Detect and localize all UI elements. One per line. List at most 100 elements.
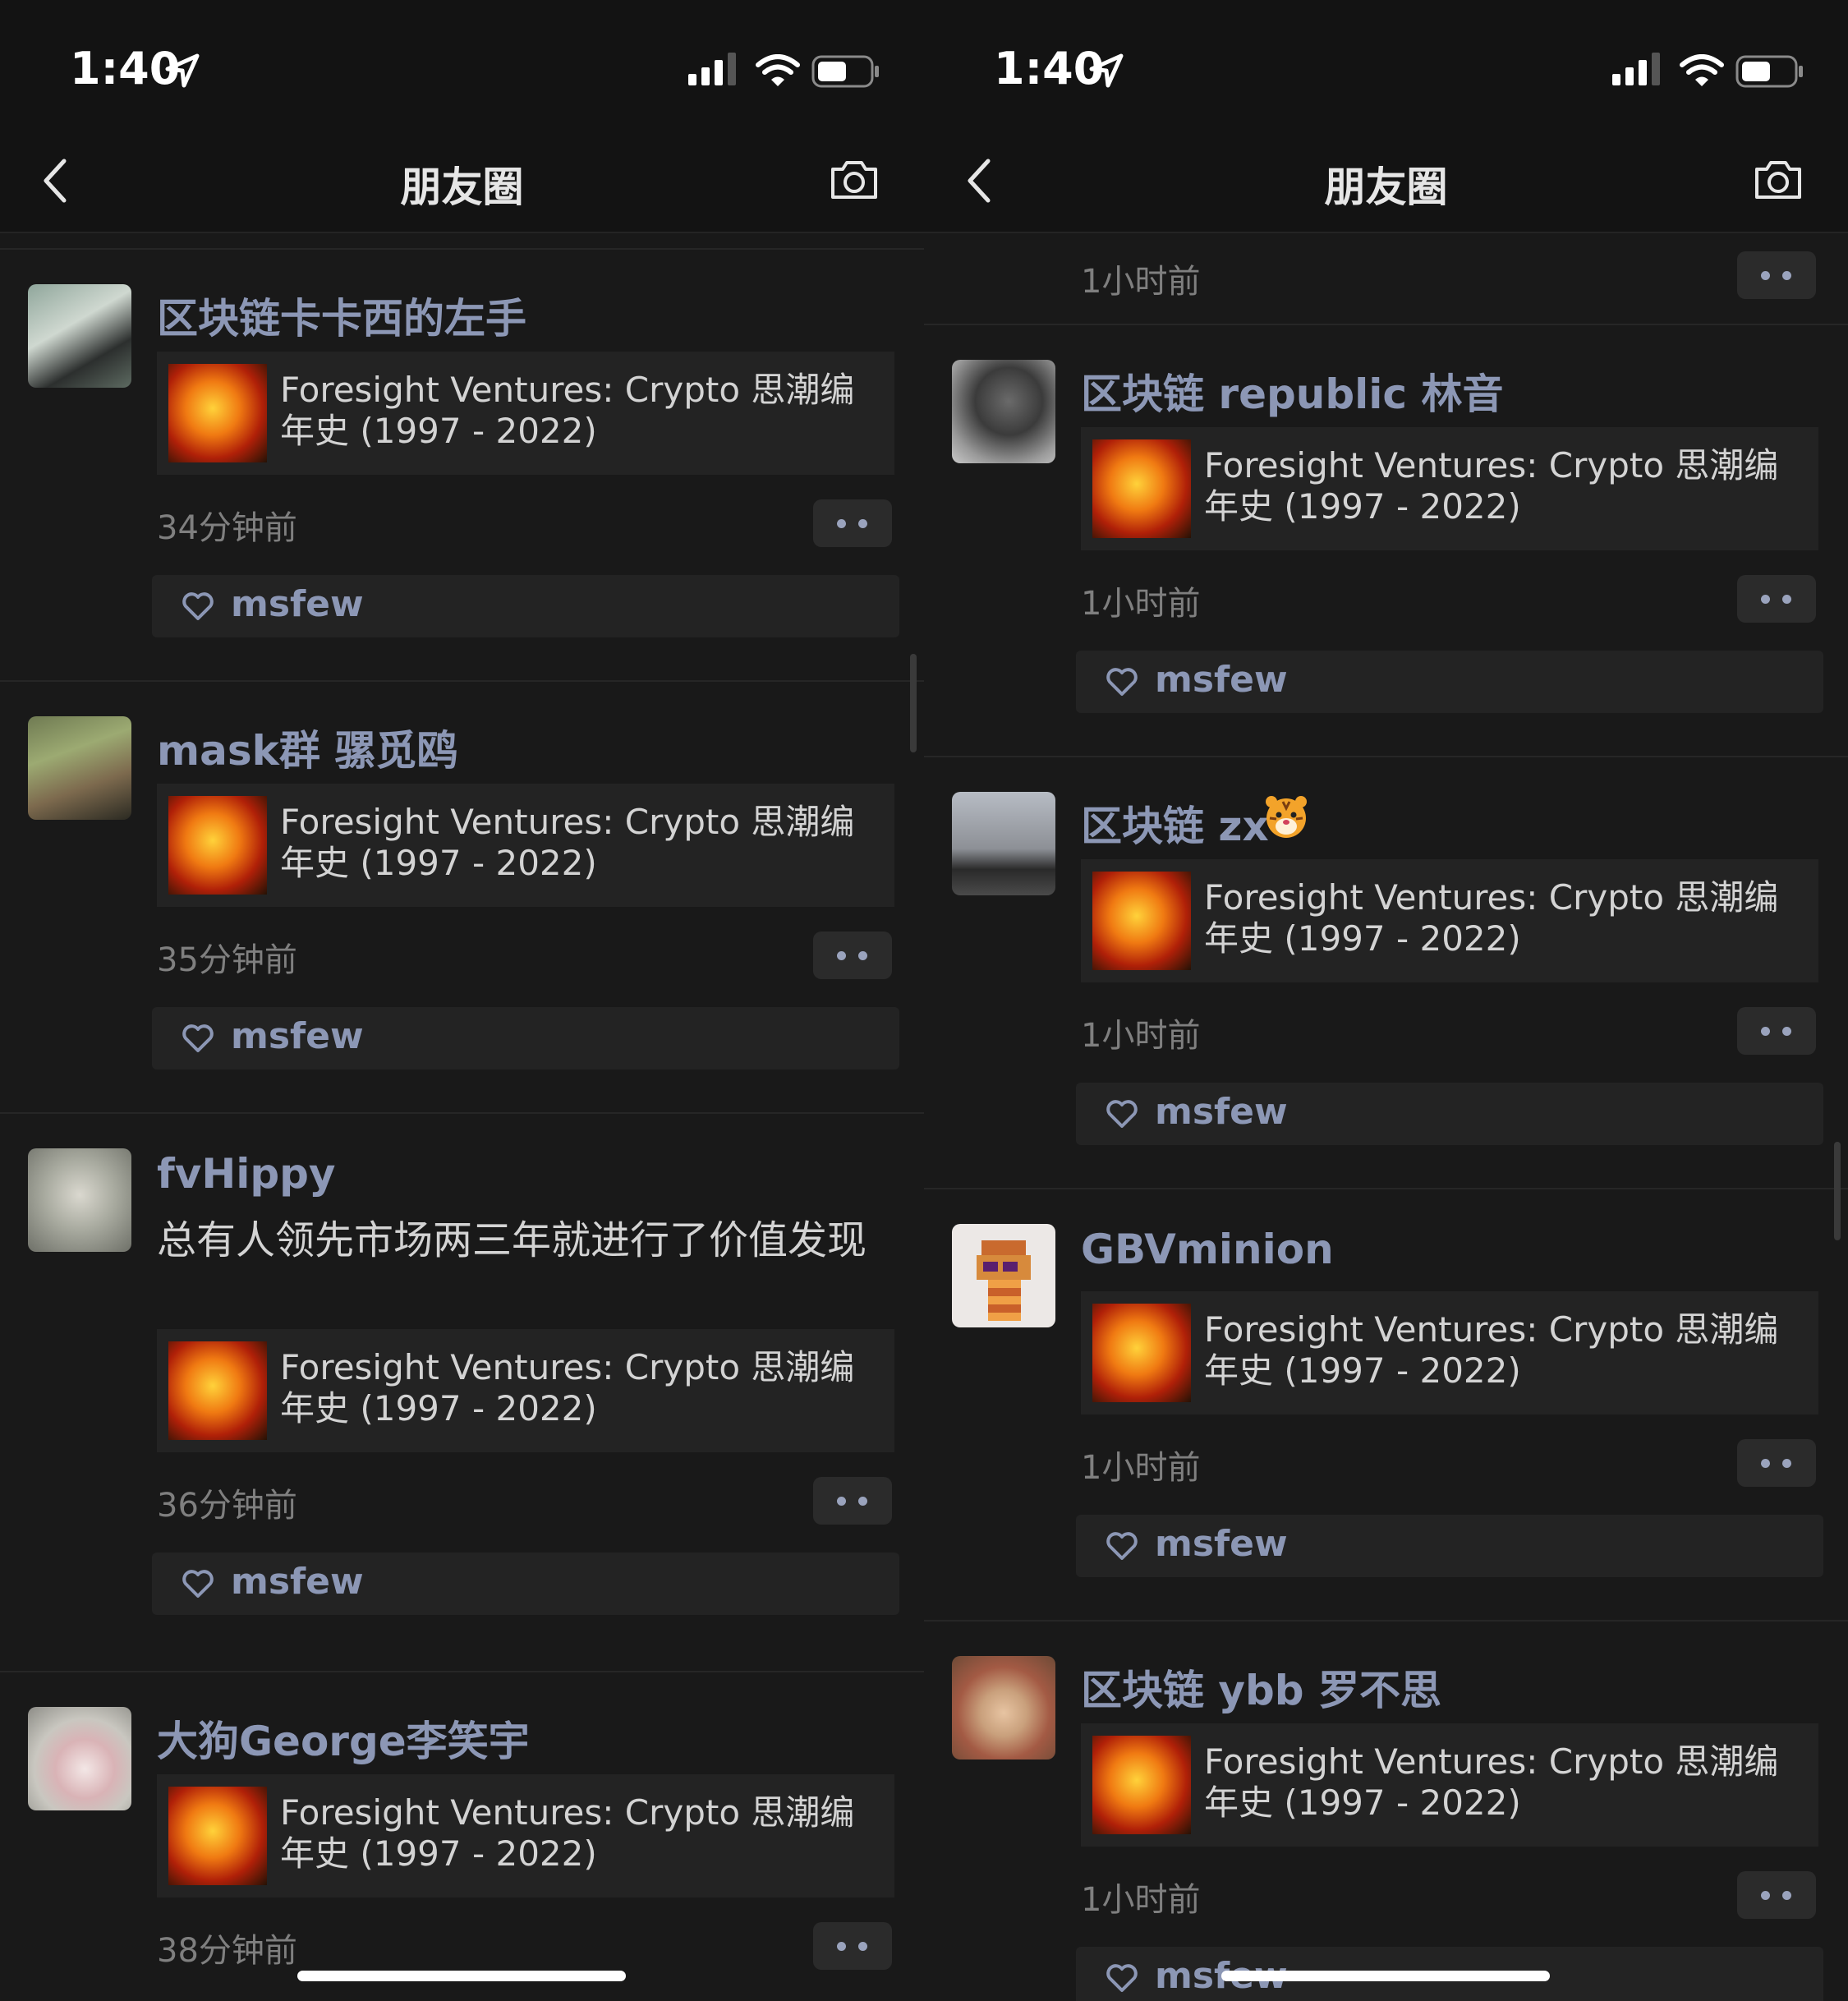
link-card[interactable]: Foresight Ventures: Crypto 思潮编年史 (1997 -… bbox=[157, 352, 894, 475]
link-thumbnail bbox=[168, 364, 267, 462]
heart-icon bbox=[1106, 1100, 1138, 1128]
divider bbox=[0, 1671, 924, 1672]
avatar[interactable] bbox=[952, 360, 1055, 463]
more-button[interactable] bbox=[813, 932, 892, 979]
liker-name[interactable]: msfew bbox=[231, 1561, 364, 1603]
more-dots-icon bbox=[1782, 1459, 1791, 1468]
liker-name[interactable]: msfew bbox=[1155, 1523, 1288, 1565]
signal-icon bbox=[1612, 53, 1660, 85]
link-card[interactable]: Foresight Ventures: Crypto 思潮编年史 (1997 -… bbox=[1081, 859, 1818, 982]
divider bbox=[924, 756, 1848, 757]
post-author-name-text: 区块链 zx bbox=[1081, 803, 1269, 850]
divider bbox=[0, 680, 924, 682]
wifi-icon bbox=[756, 54, 800, 86]
camera-icon[interactable] bbox=[1752, 158, 1804, 202]
post-timestamp: 35分钟前 bbox=[157, 941, 297, 979]
link-title: Foresight Ventures: Crypto 思潮编年史 (1997 -… bbox=[1204, 1741, 1779, 1823]
link-thumbnail bbox=[1092, 1304, 1191, 1402]
status-bar: 1:40 bbox=[924, 0, 1848, 140]
divider bbox=[924, 1620, 1848, 1622]
nav-bar: 朋友圈 bbox=[0, 140, 924, 233]
scrollbar[interactable] bbox=[910, 654, 917, 752]
post-timestamp: 1小时前 bbox=[1081, 1881, 1201, 1919]
battery-icon bbox=[1735, 55, 1803, 88]
liker-name[interactable]: msfew bbox=[1155, 1091, 1288, 1133]
more-button[interactable] bbox=[1737, 251, 1816, 299]
post-author-name[interactable]: 区块链卡卡西的左手 bbox=[157, 286, 526, 345]
link-thumbnail bbox=[1092, 1736, 1191, 1834]
moments-feed[interactable]: 区块链卡卡西的左手 Foresight Ventures: Crypto 思潮编… bbox=[0, 233, 924, 2001]
avatar[interactable] bbox=[952, 1224, 1055, 1327]
page-title: 朋友圈 bbox=[1324, 163, 1448, 211]
post-author-name[interactable]: 区块链 ybb 罗不思 bbox=[1081, 1658, 1441, 1717]
link-card[interactable]: Foresight Ventures: Crypto 思潮编年史 (1997 -… bbox=[157, 784, 894, 907]
avatar[interactable] bbox=[28, 1707, 131, 1810]
post-author-name[interactable]: GBVminion bbox=[1081, 1226, 1334, 1273]
link-card[interactable]: Foresight Ventures: Crypto 思潮编年史 (1997 -… bbox=[1081, 1723, 1818, 1847]
more-dots-icon bbox=[1761, 271, 1770, 280]
more-button[interactable] bbox=[1737, 1871, 1816, 1919]
post-author-name[interactable]: fvHippy bbox=[157, 1150, 336, 1198]
likes-section: msfew bbox=[1076, 651, 1823, 713]
home-indicator[interactable] bbox=[1221, 1971, 1550, 1981]
home-indicator[interactable] bbox=[297, 1971, 626, 1981]
more-dots-icon bbox=[858, 519, 867, 528]
link-thumbnail bbox=[168, 1341, 267, 1440]
heart-icon bbox=[1106, 668, 1138, 696]
link-card[interactable]: Foresight Ventures: Crypto 思潮编年史 (1997 -… bbox=[157, 1329, 894, 1452]
post-author-name[interactable]: mask群 骡觅鸥 bbox=[157, 718, 457, 777]
more-dots-icon bbox=[858, 1497, 867, 1506]
post-author-name[interactable]: 区块链 republic 林音 bbox=[1081, 361, 1503, 421]
divider bbox=[924, 1188, 1848, 1189]
more-dots-icon bbox=[837, 951, 846, 960]
post-timestamp: 34分钟前 bbox=[157, 509, 297, 547]
link-thumbnail bbox=[1092, 439, 1191, 538]
more-dots-icon bbox=[858, 951, 867, 960]
avatar[interactable] bbox=[28, 1148, 131, 1252]
heart-icon bbox=[1106, 1532, 1138, 1560]
divider bbox=[0, 248, 924, 250]
tiger-emoji-icon bbox=[1266, 796, 1307, 838]
link-thumbnail bbox=[1092, 872, 1191, 970]
post-timestamp: 36分钟前 bbox=[157, 1487, 297, 1525]
more-button[interactable] bbox=[1737, 1007, 1816, 1055]
link-title: Foresight Ventures: Crypto 思潮编年史 (1997 -… bbox=[1204, 877, 1779, 959]
avatar[interactable] bbox=[28, 716, 131, 820]
post-author-name[interactable]: 区块链 zx bbox=[1081, 794, 1307, 853]
left-screen: 1:40 朋友圈 区块链卡卡西的左手 Foresight Ventures: C… bbox=[0, 0, 924, 2001]
more-button[interactable] bbox=[813, 1477, 892, 1525]
moments-feed[interactable]: 1小时前 区块链 republic 林音 Foresight Ventures:… bbox=[924, 233, 1848, 2001]
liker-name[interactable]: msfew bbox=[231, 583, 364, 625]
likes-section: msfew bbox=[152, 1007, 899, 1070]
liker-name[interactable]: msfew bbox=[231, 1015, 364, 1057]
heart-icon bbox=[182, 1570, 214, 1598]
scrollbar[interactable] bbox=[1834, 1142, 1841, 1240]
more-button[interactable] bbox=[813, 499, 892, 547]
post-author-name[interactable]: 大狗George李笑宇 bbox=[157, 1709, 530, 1768]
avatar[interactable] bbox=[28, 284, 131, 388]
more-button[interactable] bbox=[813, 1922, 892, 1970]
avatar[interactable] bbox=[952, 792, 1055, 895]
likes-section: msfew bbox=[152, 575, 899, 637]
more-dots-icon bbox=[837, 519, 846, 528]
post-timestamp: 38分钟前 bbox=[157, 1932, 297, 1970]
link-thumbnail bbox=[168, 1787, 267, 1885]
liker-name[interactable]: msfew bbox=[1155, 659, 1288, 701]
camera-icon[interactable] bbox=[828, 158, 880, 202]
more-button[interactable] bbox=[1737, 575, 1816, 623]
more-dots-icon bbox=[837, 1497, 846, 1506]
likes-section: msfew bbox=[1076, 1515, 1823, 1577]
page-title: 朋友圈 bbox=[400, 163, 524, 211]
link-title: Foresight Ventures: Crypto 思潮编年史 (1997 -… bbox=[280, 1347, 855, 1428]
post-timestamp: 1小时前 bbox=[1081, 585, 1201, 623]
location-arrow-icon bbox=[165, 53, 200, 88]
more-dots-icon bbox=[1782, 271, 1791, 280]
more-button[interactable] bbox=[1737, 1439, 1816, 1487]
nav-bar: 朋友圈 bbox=[924, 140, 1848, 233]
link-card[interactable]: Foresight Ventures: Crypto 思潮编年史 (1997 -… bbox=[1081, 1291, 1818, 1414]
link-card[interactable]: Foresight Ventures: Crypto 思潮编年史 (1997 -… bbox=[157, 1774, 894, 1898]
link-card[interactable]: Foresight Ventures: Crypto 思潮编年史 (1997 -… bbox=[1081, 427, 1818, 550]
link-title: Foresight Ventures: Crypto 思潮编年史 (1997 -… bbox=[280, 1792, 855, 1874]
avatar[interactable] bbox=[952, 1656, 1055, 1760]
more-dots-icon bbox=[1782, 1891, 1791, 1900]
